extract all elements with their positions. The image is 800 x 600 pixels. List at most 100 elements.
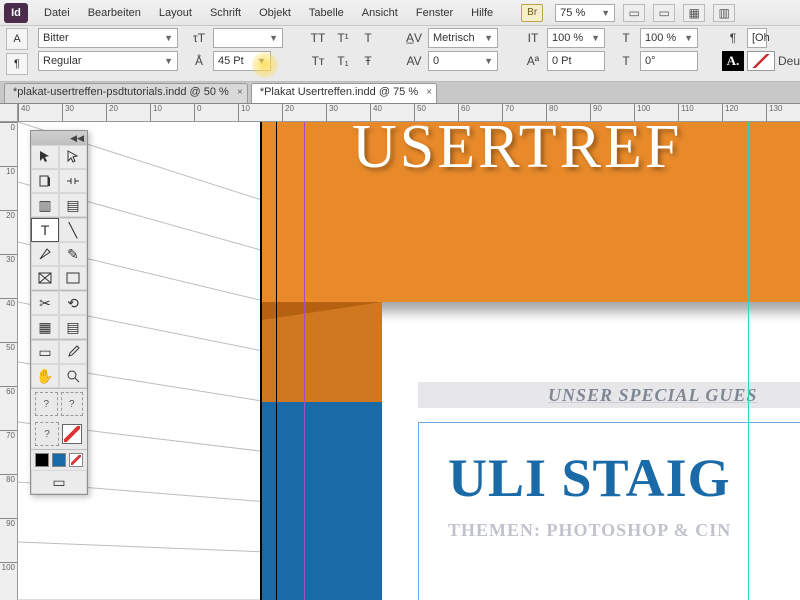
margin-guide[interactable] [304,122,305,600]
scissors-tool[interactable]: ✂ [31,291,59,315]
direct-selection-tool[interactable] [59,145,87,169]
line-tool[interactable]: ╲ [59,218,87,242]
horizontal-ruler[interactable]: 403020100102030405060708090100110120130 [18,104,800,122]
menu-hilfe[interactable]: Hilfe [463,3,501,23]
apply-none-icon[interactable] [69,453,83,467]
document-tab[interactable]: *Plakat Usertreffen.indd @ 75 % × [251,83,437,103]
superscript-button[interactable]: T¹ [332,28,354,48]
guest-label-bar[interactable]: UNSER SPECIAL GUES [418,382,800,408]
horizontal-scale-field[interactable]: 100 %▼ [640,28,698,48]
apply-gradient-icon[interactable] [52,453,66,467]
pencil-tool[interactable]: ✎ [59,242,87,266]
ruler-tick: 30 [0,254,17,298]
swap-fill-stroke-icon[interactable]: ? [61,392,84,416]
close-icon[interactable]: × [237,87,243,98]
tracking-dropdown[interactable]: 0▼ [428,51,498,71]
leading-dropdown[interactable]: 45 Pt▼ [213,51,271,71]
fill-stroke-swatches[interactable]: ? ? [31,389,87,419]
close-icon[interactable]: × [426,87,432,98]
orange-banner-shape[interactable]: USERTREF 2013 [262,122,800,302]
skew-field[interactable]: 0° [640,51,698,71]
apply-none-icon[interactable] [62,424,82,444]
view-options-icon[interactable]: ▭ [623,4,645,22]
stroke-color-swatch[interactable] [747,51,775,71]
type-tool[interactable]: T [31,218,59,242]
view-mode-button[interactable]: ▭ [31,470,87,494]
arrange-icon[interactable]: ▦ [683,4,705,22]
panel-collapse-button[interactable]: ◀◀ [31,131,87,145]
font-family-dropdown[interactable]: Bitter▼ [38,28,178,48]
content-placer-tool[interactable]: ▤ [59,193,87,217]
document-tab-label: *Plakat Usertreffen.indd @ 75 % [260,86,418,98]
guide-vertical-cyan[interactable] [748,122,749,600]
skew-icon: T [615,51,637,71]
chevron-down-icon: ▼ [164,56,173,66]
subscript-button[interactable]: T₁ [332,51,354,71]
ruler-tick: 40 [0,298,17,342]
bridge-icon[interactable]: Br [521,4,543,22]
vertical-ruler[interactable]: 0102030405060708090100 [0,122,18,600]
page-tool[interactable] [31,169,59,193]
ruler-tick: 60 [0,386,17,430]
fill-color-swatch[interactable]: A. [722,51,744,71]
menu-bearbeiten[interactable]: Bearbeiten [80,3,149,23]
content-collector-tool[interactable]: ▥ [31,193,59,217]
selection-tool[interactable] [31,145,59,169]
document-tab[interactable]: *plakat-usertreffen-psdtutorials.indd @ … [4,83,248,103]
character-mode-button[interactable]: A [6,28,28,50]
gradient-feather-tool[interactable]: ▤ [59,315,87,339]
menu-datei[interactable]: Datei [36,3,78,23]
menu-bar: Id Datei Bearbeiten Layout Schrift Objek… [0,0,800,26]
control-panel: A ¶ Bitter▼ Regular▼ τT ▼ Å 45 Pt▼ TT T¹… [0,26,800,82]
ruler-tick: 130 [766,104,800,121]
blue-ribbon-shape[interactable] [262,382,382,600]
ruler-origin[interactable] [0,104,18,122]
menu-fenster[interactable]: Fenster [408,3,461,23]
oh-fragment-field[interactable]: [Oh [747,28,767,48]
gradient-swatch-tool[interactable]: ▦ [31,315,59,339]
underline-button[interactable]: T [357,28,379,48]
eyedropper-tool[interactable] [59,340,87,364]
kerning-dropdown[interactable]: Metrisch▼ [428,28,498,48]
gap-tool[interactable] [59,169,87,193]
chevron-down-icon: ▼ [591,33,600,43]
note-tool[interactable]: ▭ [31,340,59,364]
all-caps-button[interactable]: TT [307,28,329,48]
screen-mode-icon[interactable]: ▭ [653,4,675,22]
font-style-dropdown[interactable]: Regular▼ [38,51,178,71]
strikethrough-button[interactable]: Ŧ [357,51,379,71]
zoom-tool[interactable] [59,364,87,388]
menu-schrift[interactable]: Schrift [202,3,249,23]
guest-name-text[interactable]: ULI STAIG [448,447,731,509]
vertical-scale-field[interactable]: 100 %▼ [547,28,605,48]
hand-tool[interactable]: ✋ [31,364,59,388]
paragraph-mode-button[interactable]: ¶ [6,53,28,75]
menu-layout[interactable]: Layout [151,3,200,23]
default-fill-stroke-icon[interactable]: ? [35,392,58,416]
font-size-dropdown[interactable]: ▼ [213,28,283,48]
ruler-tick: 100 [0,562,17,600]
rectangle-frame-tool[interactable] [31,266,59,290]
ruler-tick: 10 [0,166,17,210]
format-container-icon[interactable]: ? [35,422,59,446]
banner-title-text[interactable]: USERTREF [352,122,682,183]
para-style-icon[interactable]: ¶ [722,28,744,48]
chevron-down-icon: ▼ [601,8,610,18]
ruler-tick: 30 [326,104,370,121]
menu-objekt[interactable]: Objekt [251,3,299,23]
banner-fold-shape[interactable] [262,302,382,402]
menu-ansicht[interactable]: Ansicht [354,3,406,23]
workspace-icon[interactable]: ▥ [713,4,735,22]
small-caps-button[interactable]: Tᴛ [307,51,329,71]
zoom-level-dropdown[interactable]: 75 % ▼ [555,4,615,22]
rectangle-tool[interactable] [59,266,87,290]
baseline-shift-field[interactable]: 0 Pt [547,51,605,71]
menu-tabelle[interactable]: Tabelle [301,3,352,23]
apply-color-icon[interactable] [35,453,49,467]
free-transform-tool[interactable]: ⟲ [59,291,87,315]
subline-text[interactable]: THEMEN: PHOTOSHOP & CIN [448,520,731,541]
document-canvas[interactable]: USERTREF 2013 UNSER SPECIAL GUES ULI STA… [18,122,800,600]
guide-vertical[interactable] [276,122,277,600]
pen-tool[interactable] [31,242,59,266]
skew-value: 0° [645,55,656,67]
